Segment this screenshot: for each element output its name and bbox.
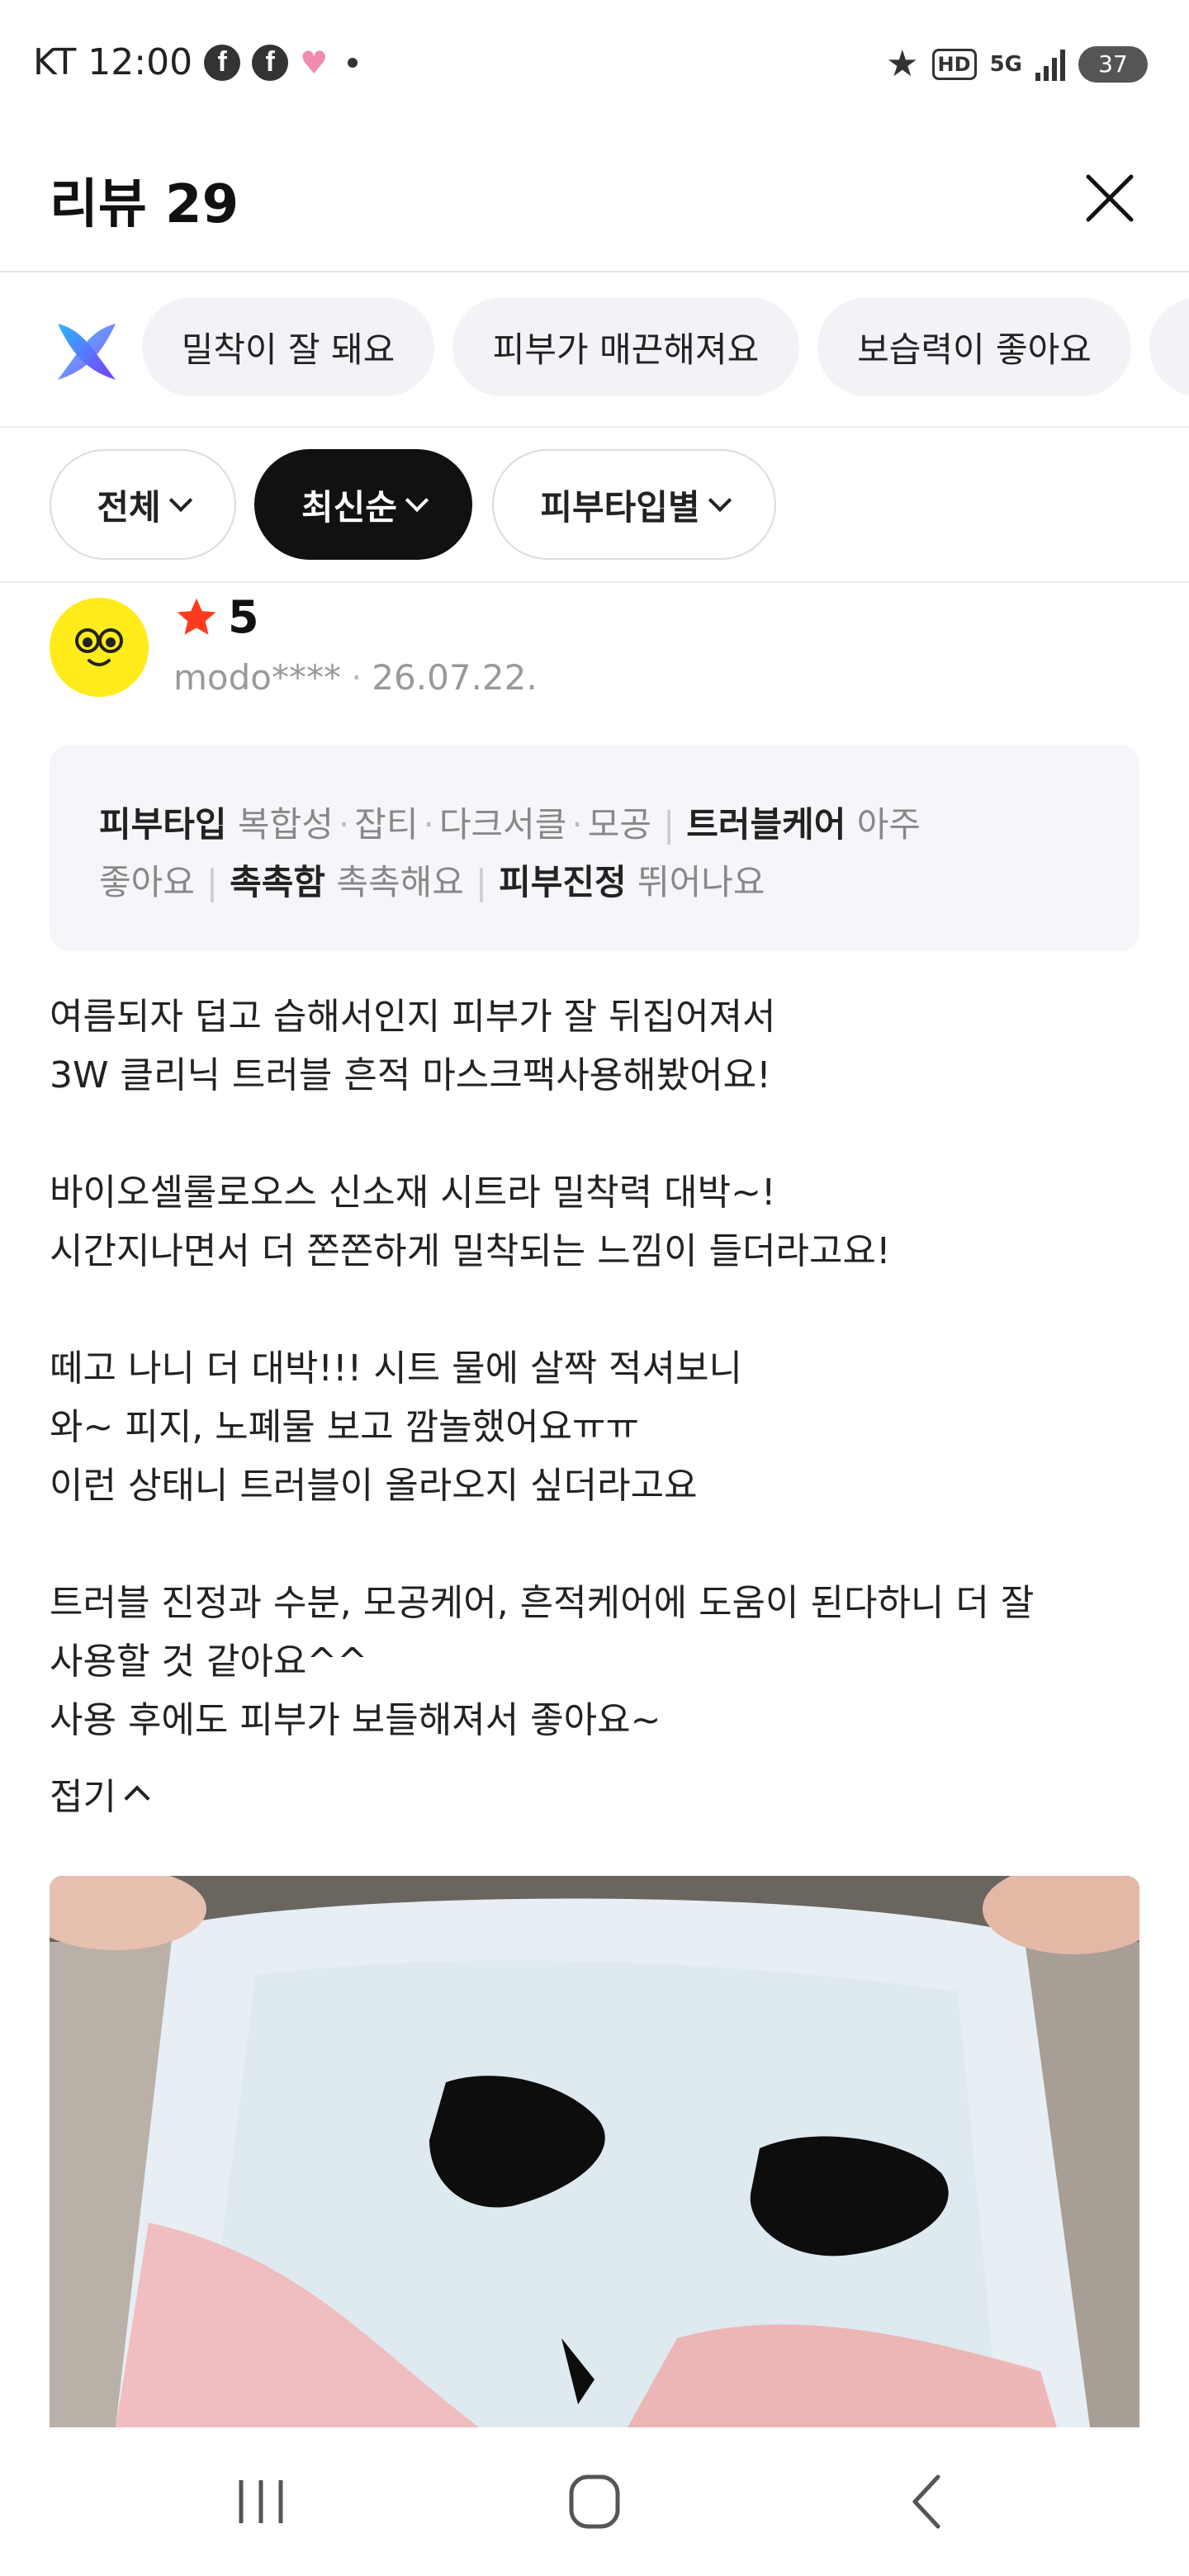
recent-apps-icon[interactable] (220, 2469, 302, 2535)
star-icon (177, 598, 216, 635)
chevron-down-icon (708, 488, 732, 513)
review-date: 26.07.22. (372, 657, 538, 698)
attr-value: 모공 (587, 804, 652, 845)
review-line: 트러블 진정과 수분, 모공케어, 흔적케어에 도움이 된다하니 더 잘 (50, 1582, 1035, 1624)
attr-label: 트러블케어 (686, 804, 846, 845)
chevron-up-icon (124, 1785, 150, 1811)
review-line (50, 1281, 1139, 1339)
filter-skin-type[interactable]: 피부타입별 (492, 449, 776, 560)
review-line: 와~ 피지, 노폐물 보고 깜놀했어요ㅠㅠ (50, 1406, 639, 1448)
system-nav-bar (0, 2427, 1189, 2576)
carrier-time: KT 12:00 (33, 41, 193, 83)
hd-icon: HD (931, 48, 977, 80)
rating-value: 5 (228, 591, 259, 643)
back-icon[interactable] (887, 2469, 969, 2535)
review-photo[interactable] (50, 1876, 1139, 2427)
rating: 5 (173, 591, 259, 643)
attr-label: 피부진정 (499, 862, 627, 902)
review-line (50, 1105, 1139, 1163)
collapse-label: 접기 (50, 1776, 116, 1818)
review-line: 3W 클리닉 트러블 흔적 마스크팩사용해봤어요! (50, 1054, 771, 1096)
keyword-chip[interactable]: 보습력이 좋아요 (817, 297, 1131, 396)
dot-icon (348, 57, 358, 68)
facebook-icon: f (204, 44, 241, 81)
attr-value: 잡티 (354, 804, 419, 845)
review-line: 사용 후에도 피부가 보들해져서 좋아요~ (50, 1699, 661, 1741)
keyword-chip[interactable]: 피부가 매끈해져요 (452, 297, 799, 396)
review-header: 리뷰 29 (0, 132, 1189, 272)
attr-label: 촉촉함 (230, 862, 325, 902)
attributes-line-1: 피부타입 복합성 · 잡티 · 다크서클 · 모공 | 트러블케어 아주 (99, 804, 921, 845)
ai-logo-icon (58, 324, 116, 380)
chevron-down-icon (168, 488, 192, 513)
attr-value: 다크서클 (438, 804, 567, 845)
username: modo**** (173, 657, 341, 698)
status-left: KT 12:00 f f ♥ (33, 41, 358, 83)
review-line: 이런 상태니 트러블이 올라오지 싶더라고요 (50, 1465, 698, 1507)
network-icon: 5G (989, 51, 1022, 77)
page-title: 리뷰 29 (50, 174, 239, 235)
star-icon: ★ (886, 43, 919, 85)
close-icon[interactable] (1077, 165, 1143, 231)
filter-label: 피부타입별 (540, 486, 700, 528)
review-line: 여름되자 덥고 습해서인지 피부가 잘 뒤집어져서 (50, 996, 776, 1038)
chevron-down-icon (405, 488, 429, 513)
filter-latest[interactable]: 최신순 (254, 449, 472, 560)
review-meta: modo**** · 26.07.22. (173, 657, 538, 698)
heart-icon: ♥ (300, 44, 329, 81)
collapse-button[interactable]: 접기 (50, 1767, 150, 1820)
attributes-line-2: 좋아요 | 촉촉함 촉촉해요 | 피부진정 뛰어나요 (99, 862, 765, 902)
filter-bar: 전체 최신순 피부타입별 (0, 428, 1189, 583)
review-line (50, 1515, 1139, 1574)
battery-icon: 37 (1078, 45, 1148, 83)
facebook-icon: f (252, 44, 289, 81)
status-right: ★ HD 5G 37 (886, 43, 1148, 85)
keyword-chip-partial[interactable] (1149, 297, 1189, 396)
home-icon[interactable] (553, 2469, 636, 2535)
review-line: 사용할 것 같아요^^ (50, 1641, 368, 1683)
review-body: 여름되자 덥고 습해서인지 피부가 잘 뒤집어져서 3W 클리닉 트러블 흔적 … (50, 987, 1139, 1750)
attr-value: 뛰어나요 (637, 862, 765, 902)
avatar (50, 598, 149, 697)
attr-value: 촉촉해요 (336, 862, 464, 902)
status-bar: KT 12:00 f f ♥ ★ HD 5G 37 (0, 0, 1189, 132)
attr-label: 피부타입 (99, 804, 227, 845)
attr-value: 아주 (856, 804, 921, 845)
review-line: 시간지나면서 더 쫀쫀하게 밀착되는 느낌이 들더라고요! (50, 1230, 891, 1272)
attr-value: 좋아요 (99, 862, 195, 902)
attr-value: 복합성 (237, 804, 334, 845)
separator-dot: · (350, 657, 362, 698)
review-line: 떼고 나니 더 대박!!! 시트 물에 살짝 적셔보니 (50, 1347, 742, 1390)
filter-label: 전체 (97, 486, 161, 528)
skin-attributes: 피부타입 복합성 · 잡티 · 다크서클 · 모공 | 트러블케어 아주 좋아요 | 촉촉함 촉촉해… (50, 745, 1139, 951)
review-line: 바이오셀룰로오스 신소재 시트라 밀착력 대박~! (50, 1172, 776, 1214)
filter-label: 최신순 (301, 486, 397, 528)
keyword-chips: 밀착이 잘 돼요 피부가 매끈해져요 보습력이 좋아요 (0, 272, 1189, 428)
signal-icon (1035, 48, 1065, 81)
filter-all[interactable]: 전체 (50, 449, 236, 560)
keyword-chip[interactable]: 밀착이 잘 돼요 (142, 297, 434, 396)
